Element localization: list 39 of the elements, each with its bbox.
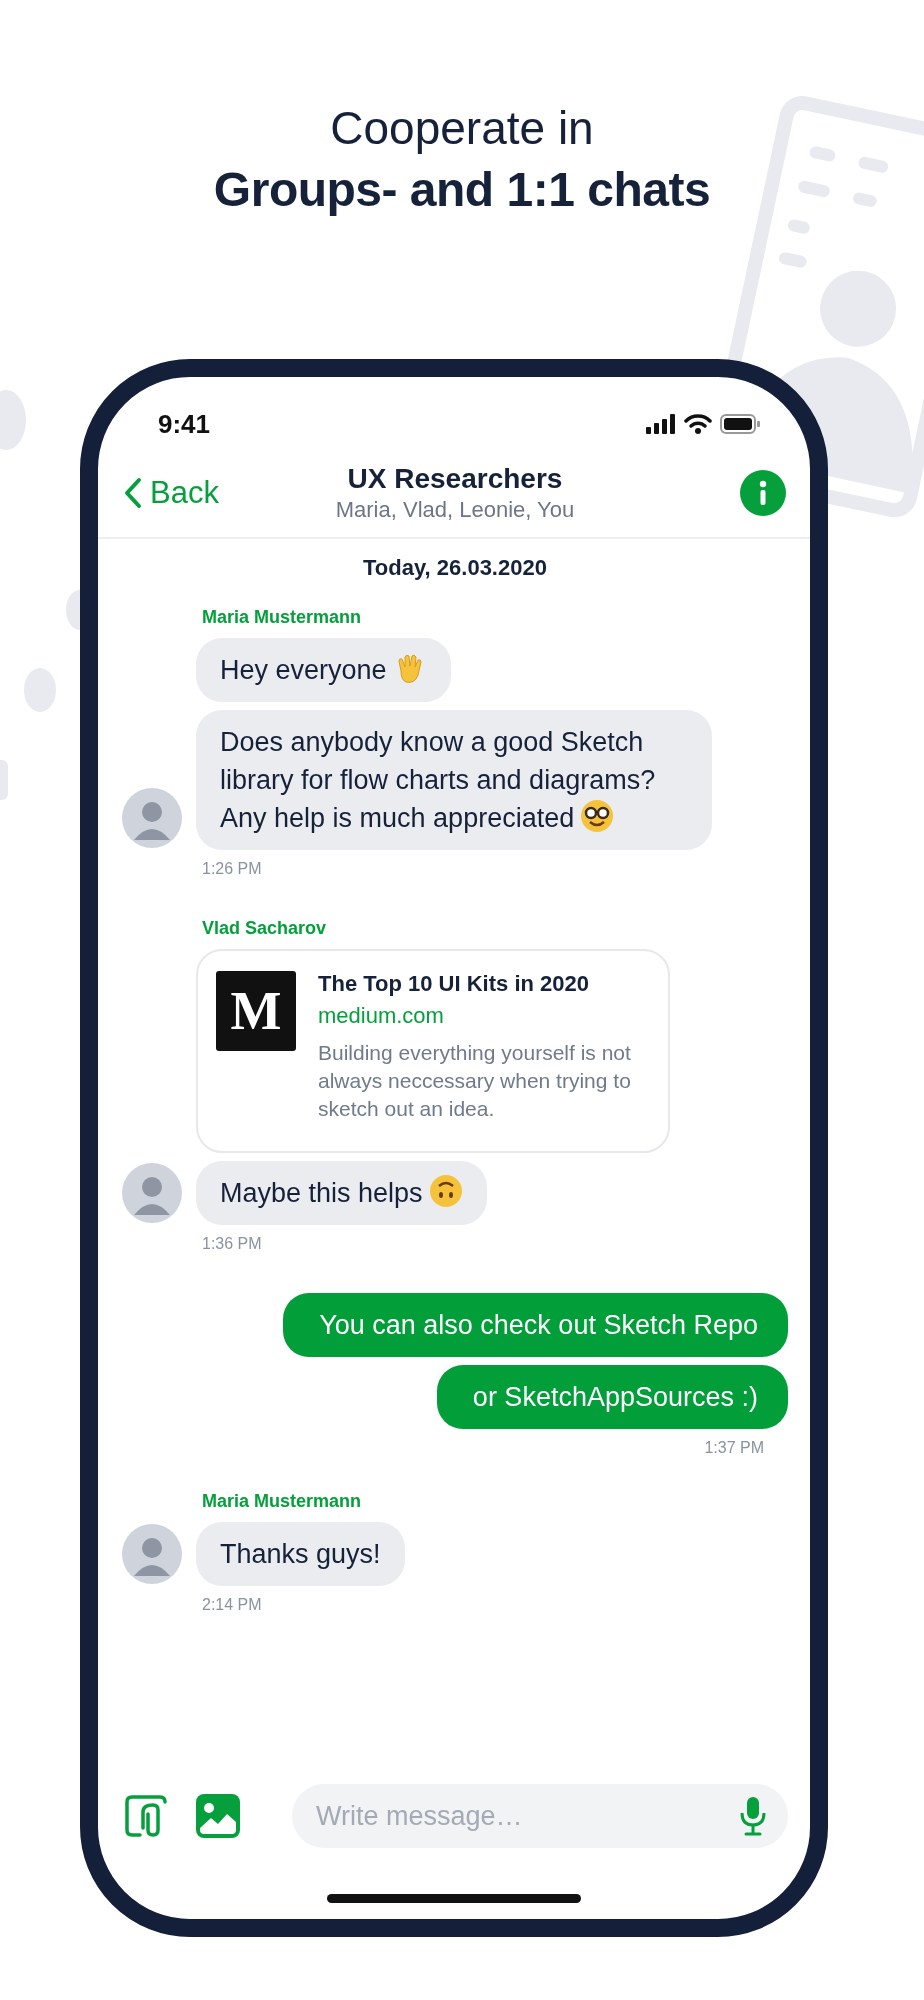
message-field[interactable]: Write message…	[292, 1784, 788, 1848]
wifi-icon	[684, 414, 712, 434]
headline-title: Groups- and 1:1 chats	[213, 162, 711, 218]
chat-title: UX Researchers	[347, 463, 563, 495]
message-time: 1:36 PM	[202, 1235, 263, 1253]
message-bubble: Thanks guys!	[196, 1522, 405, 1586]
date-label: Today, 26.03.2020	[363, 555, 547, 581]
chat-members: Maria, Vlad, Leonie, You	[335, 497, 575, 523]
sender-name: Maria Mustermann	[202, 1491, 363, 1512]
sender-name: Maria Mustermann	[202, 607, 363, 628]
link-description: Building everything yourself is not always neccessary when trying to sketch out an idea.	[318, 1040, 632, 1122]
message-bubble: You can also check out Sketch Repo	[283, 1293, 788, 1357]
message-bubble: or SketchAppSources :)	[436, 1365, 788, 1429]
message-time: 1:37 PM	[704, 1439, 764, 1457]
image-icon[interactable]	[196, 1794, 240, 1838]
message-input[interactable]: Write message…	[314, 1799, 740, 1833]
link-preview-card[interactable]: M The Top 10 UI Kits in 2020 medium.com Building everything yourself is not always neccessary when trying to sketch out an idea.	[196, 949, 670, 1153]
message-bubble: Maybe this helps	[196, 1161, 487, 1225]
message-bubble: Hey everyone	[196, 638, 451, 702]
sender-name: Vlad Sacharov	[202, 918, 328, 939]
avatar	[122, 1163, 182, 1223]
site-logo: M	[216, 971, 296, 1051]
message-time: 1:26 PM	[202, 860, 263, 878]
chevron-left-icon	[124, 477, 142, 509]
status-time: 9:41	[158, 408, 211, 440]
link-domain: medium.com	[318, 1003, 445, 1029]
battery-icon	[720, 414, 760, 434]
avatar	[122, 1524, 182, 1584]
nerd-face-icon	[580, 799, 615, 833]
message-time: 2:14 PM	[202, 1596, 263, 1614]
microphone-icon[interactable]	[740, 1796, 766, 1836]
avatar	[122, 788, 182, 848]
paperclip-icon[interactable]	[124, 1794, 168, 1838]
link-title: The Top 10 UI Kits in 2020	[318, 971, 590, 997]
message-bubble: Does anybody know a good Sketch library for flow charts and diagrams? Any help is much appreciated	[196, 710, 712, 850]
signal-icon	[646, 414, 676, 434]
headline-text: Cooperate in	[330, 101, 594, 156]
info-icon[interactable]	[740, 470, 786, 516]
upside-down-face-icon	[428, 1174, 463, 1208]
